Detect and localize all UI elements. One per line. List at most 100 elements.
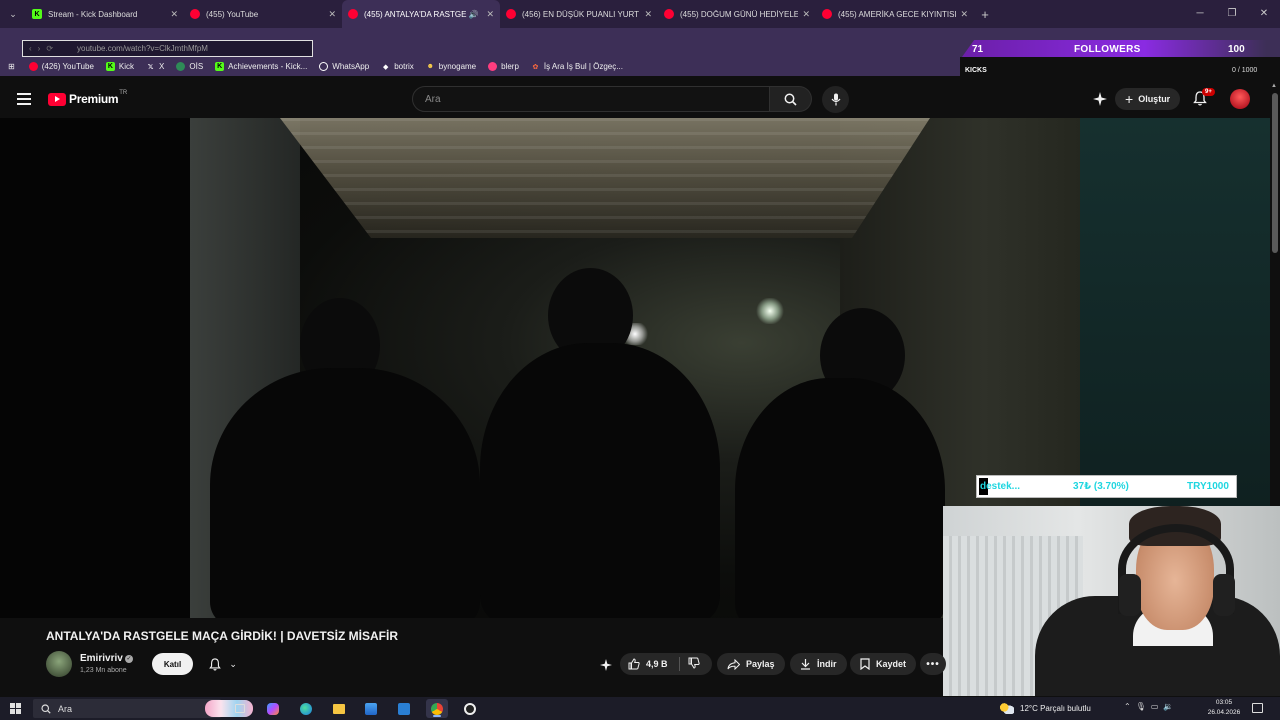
tab-title: (456) EN DÜŞÜK PUANLI YURT: [522, 9, 640, 19]
notification-center-icon[interactable]: [1252, 703, 1263, 713]
browser-tab[interactable]: K Stream - Kick Dashboard ✕: [26, 0, 184, 28]
more-actions-button[interactable]: •••: [920, 653, 946, 675]
bookmark-label: X: [159, 62, 165, 71]
close-window-icon[interactable]: ✕: [1248, 0, 1280, 28]
bookmark-youtube[interactable]: (426) YouTube: [28, 62, 94, 71]
tab-close-icon[interactable]: ✕: [486, 9, 494, 20]
address-bar[interactable]: ‹›⟳ youtube.com/watch?v=ClkJmthMfpM: [22, 40, 313, 57]
dislike-button[interactable]: [680, 657, 700, 671]
bookmark-label: blerp: [501, 62, 519, 71]
browser-tab-active[interactable]: (455) ANTALYA'DA RASTGE 🔊 ✕: [342, 0, 500, 28]
bookmark-botrix[interactable]: ◆ botrix: [381, 62, 414, 71]
chevron-up-icon[interactable]: ⌃: [1124, 702, 1136, 711]
copilot-icon: [267, 702, 279, 715]
task-view-button[interactable]: [229, 699, 251, 718]
bookmark-bynogame[interactable]: ☻ bynogame: [426, 62, 477, 71]
tab-title: (455) AMERİKA GECE KIYINTISI: [838, 9, 957, 19]
store-icon: [365, 702, 377, 715]
ask-ai-icon[interactable]: [599, 658, 613, 672]
channel-name[interactable]: Emirivriv: [80, 653, 123, 664]
like-count: 4,9 B: [646, 659, 668, 669]
bookmark-x[interactable]: 𝕏X: [146, 62, 165, 71]
window-controls: ─ ❐ ✕: [1184, 0, 1280, 28]
windows-start-icon[interactable]: [10, 703, 21, 714]
subscriber-count: 1,23 Mn abone: [80, 667, 127, 674]
bookmark-whatsapp[interactable]: WhatsApp: [319, 62, 369, 71]
create-button[interactable]: + Oluştur: [1115, 88, 1181, 110]
tab-audio-icon[interactable]: 🔊: [468, 10, 478, 19]
tab-search-chevron-icon[interactable]: ⌄: [0, 0, 26, 28]
ois-icon: [176, 62, 186, 71]
system-tray-weather[interactable]: 12°C Parçalı bulutlu: [1000, 697, 1091, 720]
verified-check-icon: ✓: [125, 655, 133, 663]
youtube-premium-logo[interactable]: Premium TR: [48, 90, 127, 106]
video-title: ANTALYA'DA RASTGELE MAÇA GİRDİK! | DAVET…: [46, 629, 398, 643]
subscription-bell-button[interactable]: ⌄: [199, 653, 247, 675]
obs-icon: [464, 702, 476, 715]
taskbar-edge[interactable]: [295, 699, 317, 718]
create-label: Oluştur: [1138, 94, 1171, 104]
tab-close-icon[interactable]: ✕: [802, 9, 810, 20]
hamburger-menu-icon[interactable]: [17, 93, 31, 108]
bookmark-label: Kick: [118, 62, 135, 71]
system-clock[interactable]: 03:05 26.04.2026: [1204, 698, 1244, 718]
tab-close-icon[interactable]: ✕: [328, 9, 336, 20]
channel-avatar[interactable]: [46, 651, 72, 677]
new-tab-button[interactable]: +: [974, 7, 996, 22]
ai-sparkle-icon[interactable]: [1093, 92, 1107, 106]
share-button[interactable]: Paylaş: [717, 653, 785, 675]
weather-partly-cloudy-icon: [1000, 703, 1014, 714]
mic-tray-icon[interactable]: 🎙: [1136, 702, 1151, 711]
voice-search-button[interactable]: [822, 86, 849, 113]
browser-tab-strip: ⌄ K Stream - Kick Dashboard ✕ (455) YouT…: [0, 0, 1280, 28]
edge-icon: [300, 702, 312, 715]
browser-tab[interactable]: (456) EN DÜŞÜK PUANLI YURT ✕: [500, 0, 658, 28]
bookmark-blerp[interactable]: blerp: [488, 62, 519, 71]
tab-close-icon[interactable]: ✕: [960, 9, 968, 20]
tab-close-icon[interactable]: ✕: [644, 9, 652, 20]
scroll-up-arrow-icon[interactable]: ▲: [1271, 83, 1277, 89]
network-icon[interactable]: ▭: [1151, 702, 1164, 711]
user-avatar[interactable]: [1230, 89, 1250, 109]
tray-icons[interactable]: ⌃🎙▭🔉: [1124, 702, 1178, 711]
join-button[interactable]: Katıl: [152, 653, 193, 675]
maximize-icon[interactable]: ❐: [1216, 0, 1248, 28]
nav-buttons-icon[interactable]: ‹›⟳: [29, 44, 59, 53]
save-button[interactable]: Kaydet: [850, 653, 917, 675]
search-input[interactable]: [412, 86, 770, 112]
tab-close-icon[interactable]: ✕: [170, 9, 178, 20]
youtube-play-icon: [48, 92, 66, 106]
address-url: youtube.com/watch?v=ClkJmthMfpM: [77, 44, 208, 53]
bookmark-job[interactable]: ✿ İş Ara İş Bul | Özgeç...: [531, 62, 623, 71]
browser-tab[interactable]: (455) YouTube ✕: [184, 0, 342, 28]
bookmark-ois[interactable]: OİS: [176, 62, 203, 71]
search-button[interactable]: [770, 86, 812, 112]
taskbar-obs[interactable]: [459, 699, 481, 718]
bookmark-achievements[interactable]: K Achievements - Kick...: [215, 62, 307, 71]
folder-icon: [333, 703, 345, 714]
youtube-favicon-icon: [822, 9, 832, 19]
taskbar-copilot[interactable]: [262, 699, 284, 718]
youtube-icon: [28, 62, 38, 71]
apps-grid-icon[interactable]: ⊞: [8, 62, 15, 71]
tab-title: (455) DOĞUM GÜNÜ HEDİYELE: [680, 9, 799, 19]
taskbar-chrome[interactable]: [426, 699, 448, 718]
download-button[interactable]: İndir: [790, 653, 847, 675]
volume-icon[interactable]: 🔉: [1163, 702, 1178, 711]
taskbar-store[interactable]: [360, 699, 382, 718]
taskbar-app[interactable]: [393, 699, 415, 718]
taskbar-search-box[interactable]: Ara: [33, 699, 253, 718]
donation-percent: 37₺ (3.70%): [1073, 481, 1129, 492]
browser-tab[interactable]: (455) AMERİKA GECE KIYINTISI ✕: [816, 0, 974, 28]
save-label: Kaydet: [876, 659, 907, 669]
browser-tab[interactable]: (455) DOĞUM GÜNÜ HEDİYELE ✕: [658, 0, 816, 28]
bookmark-label: İş Ara İş Bul | Özgeç...: [543, 62, 623, 71]
video-scene-person: [210, 368, 480, 618]
kicks-label: KICKS: [965, 67, 987, 74]
scrollbar-thumb[interactable]: [1272, 93, 1278, 253]
minimize-icon[interactable]: ─: [1184, 0, 1216, 28]
taskbar-file-explorer[interactable]: [328, 699, 350, 718]
app-icon: [398, 702, 410, 715]
like-button[interactable]: 4,9 B: [620, 657, 680, 671]
bookmark-kick[interactable]: K Kick: [105, 62, 135, 71]
